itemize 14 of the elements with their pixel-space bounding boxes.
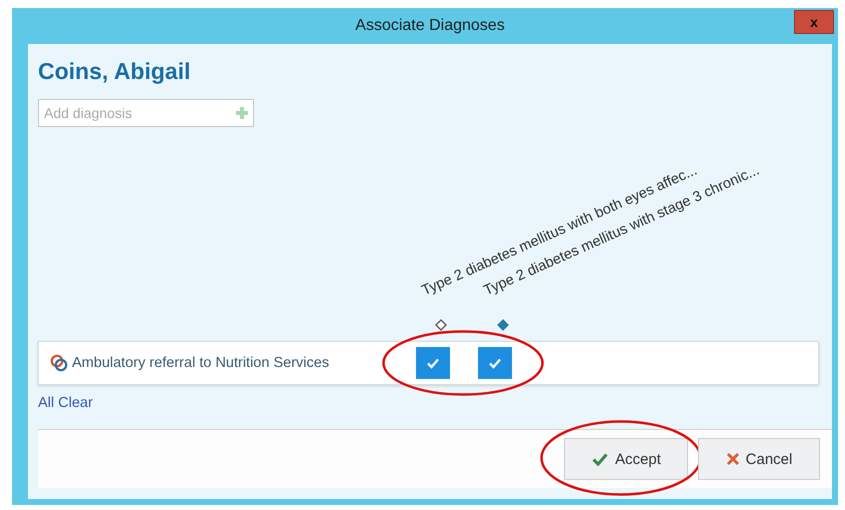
checkbox[interactable] [478,347,512,379]
close-icon [726,452,740,466]
cancel-button[interactable]: Cancel [698,438,820,480]
search-field[interactable]: Add diagnosis [38,99,254,127]
order-name: Ambulatory referral to Nutrition Services [72,355,330,371]
window-title: Associate Diagnoses [355,17,505,35]
close-button[interactable]: x [794,10,834,34]
check-icon [488,356,502,370]
checkbox[interactable] [416,347,450,379]
patient-name: Coins, Abigail [38,58,192,85]
accept-button[interactable]: Accept [564,438,688,480]
check-icon [426,356,440,370]
linked-rings-icon [50,354,68,372]
all-clear-link[interactable]: All Clear [38,395,93,411]
